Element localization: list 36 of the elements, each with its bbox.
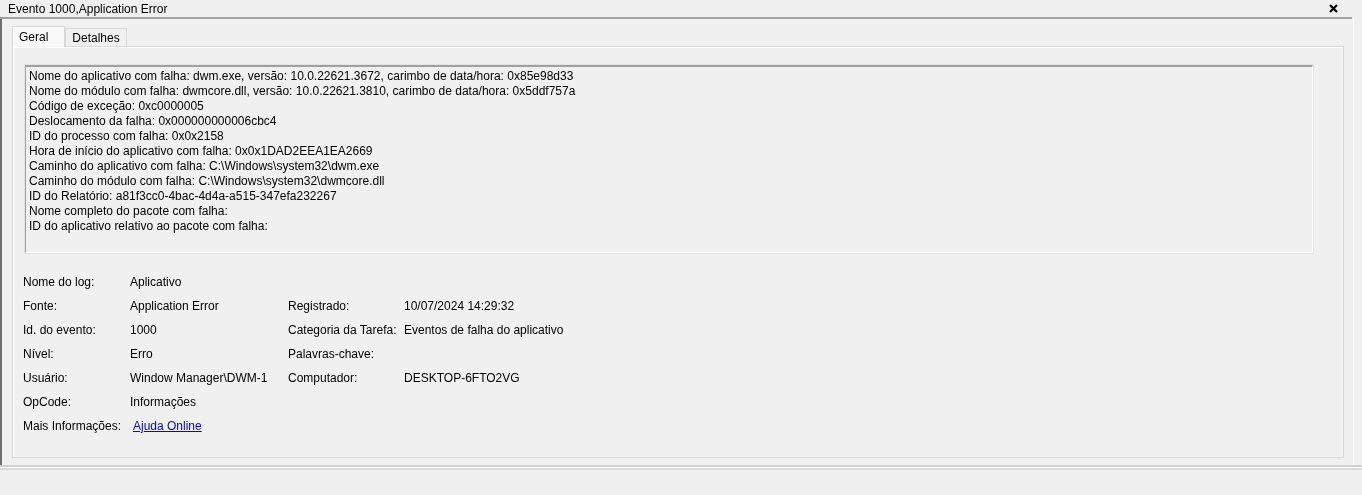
description-line: Caminho do aplicativo com falha: C:\Windows\system32\dwm.exe <box>29 159 381 174</box>
description-line: ID do aplicativo relativo ao pacote com falha: <box>29 219 269 234</box>
field-label: Categoria da Tarefa: <box>288 323 398 337</box>
field-value: Window Manager\DWM-1 <box>130 371 269 385</box>
tab[interactable]: Geral <box>12 26 66 47</box>
description-line: ID do processo com falha: 0x0x2158 <box>29 129 225 144</box>
field-label: Registrado: <box>288 299 351 313</box>
field-value: 10/07/2024 14:29:32 <box>404 299 516 313</box>
field-value: Erro <box>130 347 154 361</box>
field-value: Eventos de falha do aplicativo <box>404 323 565 337</box>
field-label: Nível: <box>23 347 55 361</box>
field-label: Mais Informações: <box>23 419 123 433</box>
description-line: Nome do módulo com falha: dwmcore.dll, versão: 10.0.22621.3810, carimbo de data/hora: 0x5ddf757a <box>29 84 577 99</box>
field-label: OpCode: <box>23 395 73 409</box>
description-line: Nome do aplicativo com falha: dwm.exe, versão: 10.0.22621.3672, carimbo de data/hora: 0x85e98d33 <box>29 69 575 84</box>
field-value: Aplicativo <box>130 275 183 289</box>
tab[interactable]: Detalhes <box>65 28 127 46</box>
description-line: ID do Relatório: a81f3cc0-4bac-4d4a-a515-347efa232267 <box>29 189 338 204</box>
window-title: Evento 1000,Application Error <box>8 1 168 16</box>
close-icon[interactable] <box>1329 4 1338 13</box>
description-line: Deslocamento da falha: 0x000000000006cbc4 <box>29 114 278 129</box>
description-line: Código de exceção: 0xc0000005 <box>29 99 205 114</box>
field-label: Id. do evento: <box>23 323 97 337</box>
field-label: Palavras-chave: <box>288 347 376 361</box>
description-line: Hora de início do aplicativo com falha: 0x0x1DAD2EEA1EA2669 <box>29 144 374 159</box>
description-line: Nome completo do pacote com falha: <box>29 204 229 219</box>
description-line: Caminho do módulo com falha: C:\Windows\system32\dwmcore.dll <box>29 174 386 189</box>
field-value: 1000 <box>130 323 158 337</box>
field-label: Usuário: <box>23 371 69 385</box>
field-label: Nome do log: <box>23 275 96 289</box>
field-value: DESKTOP-6FTO2VG <box>404 371 521 385</box>
help-link[interactable]: Ajuda Online <box>130 419 202 433</box>
field-label: Computador: <box>288 371 359 385</box>
field-value: Application Error <box>130 299 220 313</box>
field-label: Fonte: <box>23 299 59 313</box>
field-value: Informações <box>130 395 198 409</box>
